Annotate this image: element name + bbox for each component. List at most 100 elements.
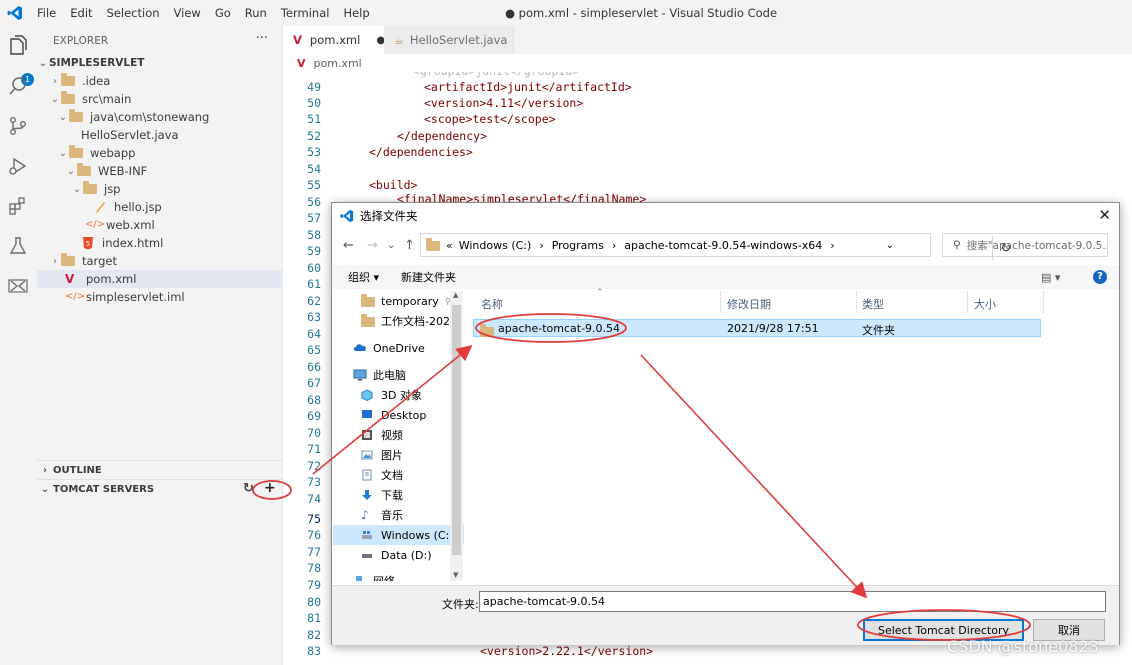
column-date[interactable]: 修改日期 — [727, 296, 771, 312]
tree-item-web-inf[interactable]: ⌄ WEB-INF — [37, 162, 283, 180]
tree-item-webapp[interactable]: ⌄ webapp — [37, 144, 283, 162]
file-type: 文件夹 — [862, 324, 895, 337]
menu-file[interactable]: File — [30, 6, 63, 20]
tree-item-index-html[interactable]: 5 index.html — [37, 234, 283, 252]
search-icon[interactable] — [6, 74, 30, 98]
source-control-icon[interactable] — [6, 114, 30, 138]
column-divider — [967, 291, 968, 313]
refresh-icon[interactable]: ↻ — [243, 481, 254, 496]
line-number: 73 — [307, 475, 321, 489]
address-part-programs[interactable]: Programs — [552, 239, 604, 252]
address-part-drive[interactable]: Windows (C:) — [459, 239, 532, 252]
address-dropdown-icon[interactable]: ⌄ — [886, 240, 894, 251]
tree-item-hello-jsp[interactable]: hello.jsp — [37, 198, 283, 216]
chevron-down-icon: ⌄ — [72, 183, 82, 195]
tomcat-servers-section[interactable]: ⌄ TOMCAT SERVERS ↻ + — [37, 479, 283, 499]
scroll-up-icon[interactable]: ▲ — [453, 291, 458, 299]
tree-item-label: simpleservlet.iml — [86, 290, 185, 304]
code-line: <version>4.11</version> — [424, 96, 584, 110]
tree-item-label: java\com\stonewang — [90, 110, 210, 124]
line-number: 63 — [307, 310, 321, 324]
extensions-icon[interactable] — [6, 194, 30, 218]
tree-item-java[interactable]: ⌄ java\com\stonewang — [37, 108, 283, 126]
add-server-icon[interactable]: + — [264, 480, 276, 496]
nav-item-label: 音乐 — [381, 509, 403, 522]
remote-explorer-icon[interactable] — [6, 274, 30, 298]
nav-item-desktop[interactable]: Desktop — [333, 405, 464, 425]
help-icon[interactable]: ? — [1093, 270, 1107, 284]
project-root-label: SIMPLESERVLET — [49, 57, 145, 69]
chevron-right-icon: › — [539, 238, 544, 252]
tab-pom-xml[interactable]: V pom.xml ● — [283, 26, 385, 54]
tree-item-pom-xml[interactable]: V pom.xml — [37, 270, 283, 288]
nav-item-downloads[interactable]: 下载 — [333, 485, 464, 505]
scrollbar-thumb[interactable] — [452, 305, 461, 555]
file-row[interactable]: apache-tomcat-9.0.54 2021/9/28 17:51 文件夹 — [473, 319, 1041, 337]
tree-item-src-main[interactable]: ⌄ src\main — [37, 90, 283, 108]
chevron-right-icon: › — [53, 255, 57, 267]
new-folder-button[interactable]: 新建文件夹 — [401, 269, 456, 285]
tree-item-helloservlet[interactable]: HelloServlet.java — [37, 126, 283, 144]
menu-help[interactable]: Help — [336, 6, 376, 20]
scroll-down-icon[interactable]: ▼ — [453, 571, 458, 579]
view-options-icon[interactable]: ▤ ▾ — [1041, 271, 1060, 284]
desktop-icon — [361, 409, 375, 421]
explorer-icon[interactable] — [6, 34, 30, 58]
breadcrumb-item[interactable]: pom.xml — [314, 57, 362, 70]
tree-item-target[interactable]: › target — [37, 252, 283, 270]
folder-icon — [61, 91, 77, 106]
more-actions-icon[interactable]: ··· — [256, 31, 268, 46]
breadcrumb-overflow[interactable]: « — [446, 239, 453, 252]
tree-item-label: index.html — [102, 236, 164, 250]
address-bar[interactable]: « Windows (C:) › Programs › apache-tomca… — [420, 233, 1011, 260]
menu-run[interactable]: Run — [238, 6, 274, 20]
menu-selection[interactable]: Selection — [100, 6, 167, 20]
tree-item-jsp[interactable]: ⌄ jsp — [37, 180, 283, 198]
search-input[interactable]: ⚲ 搜索"apache-tomcat-9.0.5... — [942, 233, 1108, 257]
nav-item-windows-c[interactable]: Windows (C:) — [333, 525, 464, 545]
line-number: 76 — [307, 528, 321, 542]
line-number: 59 — [307, 244, 321, 258]
testing-flask-icon[interactable] — [6, 234, 30, 258]
menu-edit[interactable]: Edit — [63, 6, 99, 20]
chevron-right-icon: › — [611, 238, 617, 252]
up-arrow-icon[interactable]: ↑ — [404, 238, 415, 253]
nav-item-videos[interactable]: 视频 — [333, 425, 464, 445]
folder-icon — [77, 163, 93, 178]
download-icon — [361, 489, 375, 501]
recent-dropdown-icon[interactable]: ⌄ — [387, 240, 395, 251]
menu-go[interactable]: Go — [208, 6, 238, 20]
chevron-right-icon: › — [42, 465, 48, 476]
navigation-scrollbar[interactable]: ▲ ▼ — [450, 291, 463, 581]
tab-helloservlet-java[interactable]: ☕ HelloServlet.java — [384, 26, 514, 54]
address-part-tomcat[interactable]: apache-tomcat-9.0.54-windows-x64 — [624, 239, 822, 252]
file-name: apache-tomcat-9.0.54 — [498, 322, 621, 335]
run-debug-icon[interactable] — [6, 154, 30, 178]
outline-section[interactable]: › OUTLINE — [37, 460, 283, 480]
tree-item-web-xml[interactable]: </> web.xml — [37, 216, 283, 234]
folder-input[interactable]: apache-tomcat-9.0.54 — [479, 591, 1106, 612]
nav-item-documents[interactable]: 文档 — [333, 465, 464, 485]
tree-item-iml[interactable]: </> simpleservlet.iml — [37, 288, 283, 306]
nav-item-pictures[interactable]: 图片 — [333, 445, 464, 465]
nav-item-data-d[interactable]: Data (D:) — [333, 545, 464, 565]
nav-item-this-pc[interactable]: 此电脑 — [333, 365, 464, 385]
close-icon[interactable]: ✕ — [1098, 206, 1111, 224]
organize-button[interactable]: 组织 ▾ — [348, 269, 379, 285]
nav-item-music[interactable]: ♪ 音乐 — [333, 505, 464, 525]
menu-terminal[interactable]: Terminal — [274, 6, 337, 20]
nav-item-network[interactable]: 网络 — [333, 571, 464, 581]
column-size[interactable]: 大小 — [974, 296, 996, 312]
forward-arrow-icon[interactable]: → — [367, 238, 378, 253]
nav-item-onedrive[interactable]: OneDrive — [333, 338, 464, 358]
back-arrow-icon[interactable]: ← — [343, 238, 354, 253]
menu-view[interactable]: View — [167, 6, 208, 20]
column-type[interactable]: 类型 — [862, 296, 884, 312]
tree-item-idea[interactable]: › .idea — [37, 72, 283, 90]
column-name[interactable]: 名称 — [481, 296, 503, 312]
nav-item-work-docs[interactable]: 工作文档-202 — [333, 311, 464, 331]
nav-item-temporary[interactable]: temporary ⚲ — [333, 291, 464, 311]
project-root[interactable]: ⌄ SIMPLESERVLET — [37, 54, 283, 72]
nav-item-3d-objects[interactable]: 3D 对象 — [333, 385, 464, 405]
jsp-file-icon — [93, 200, 109, 214]
